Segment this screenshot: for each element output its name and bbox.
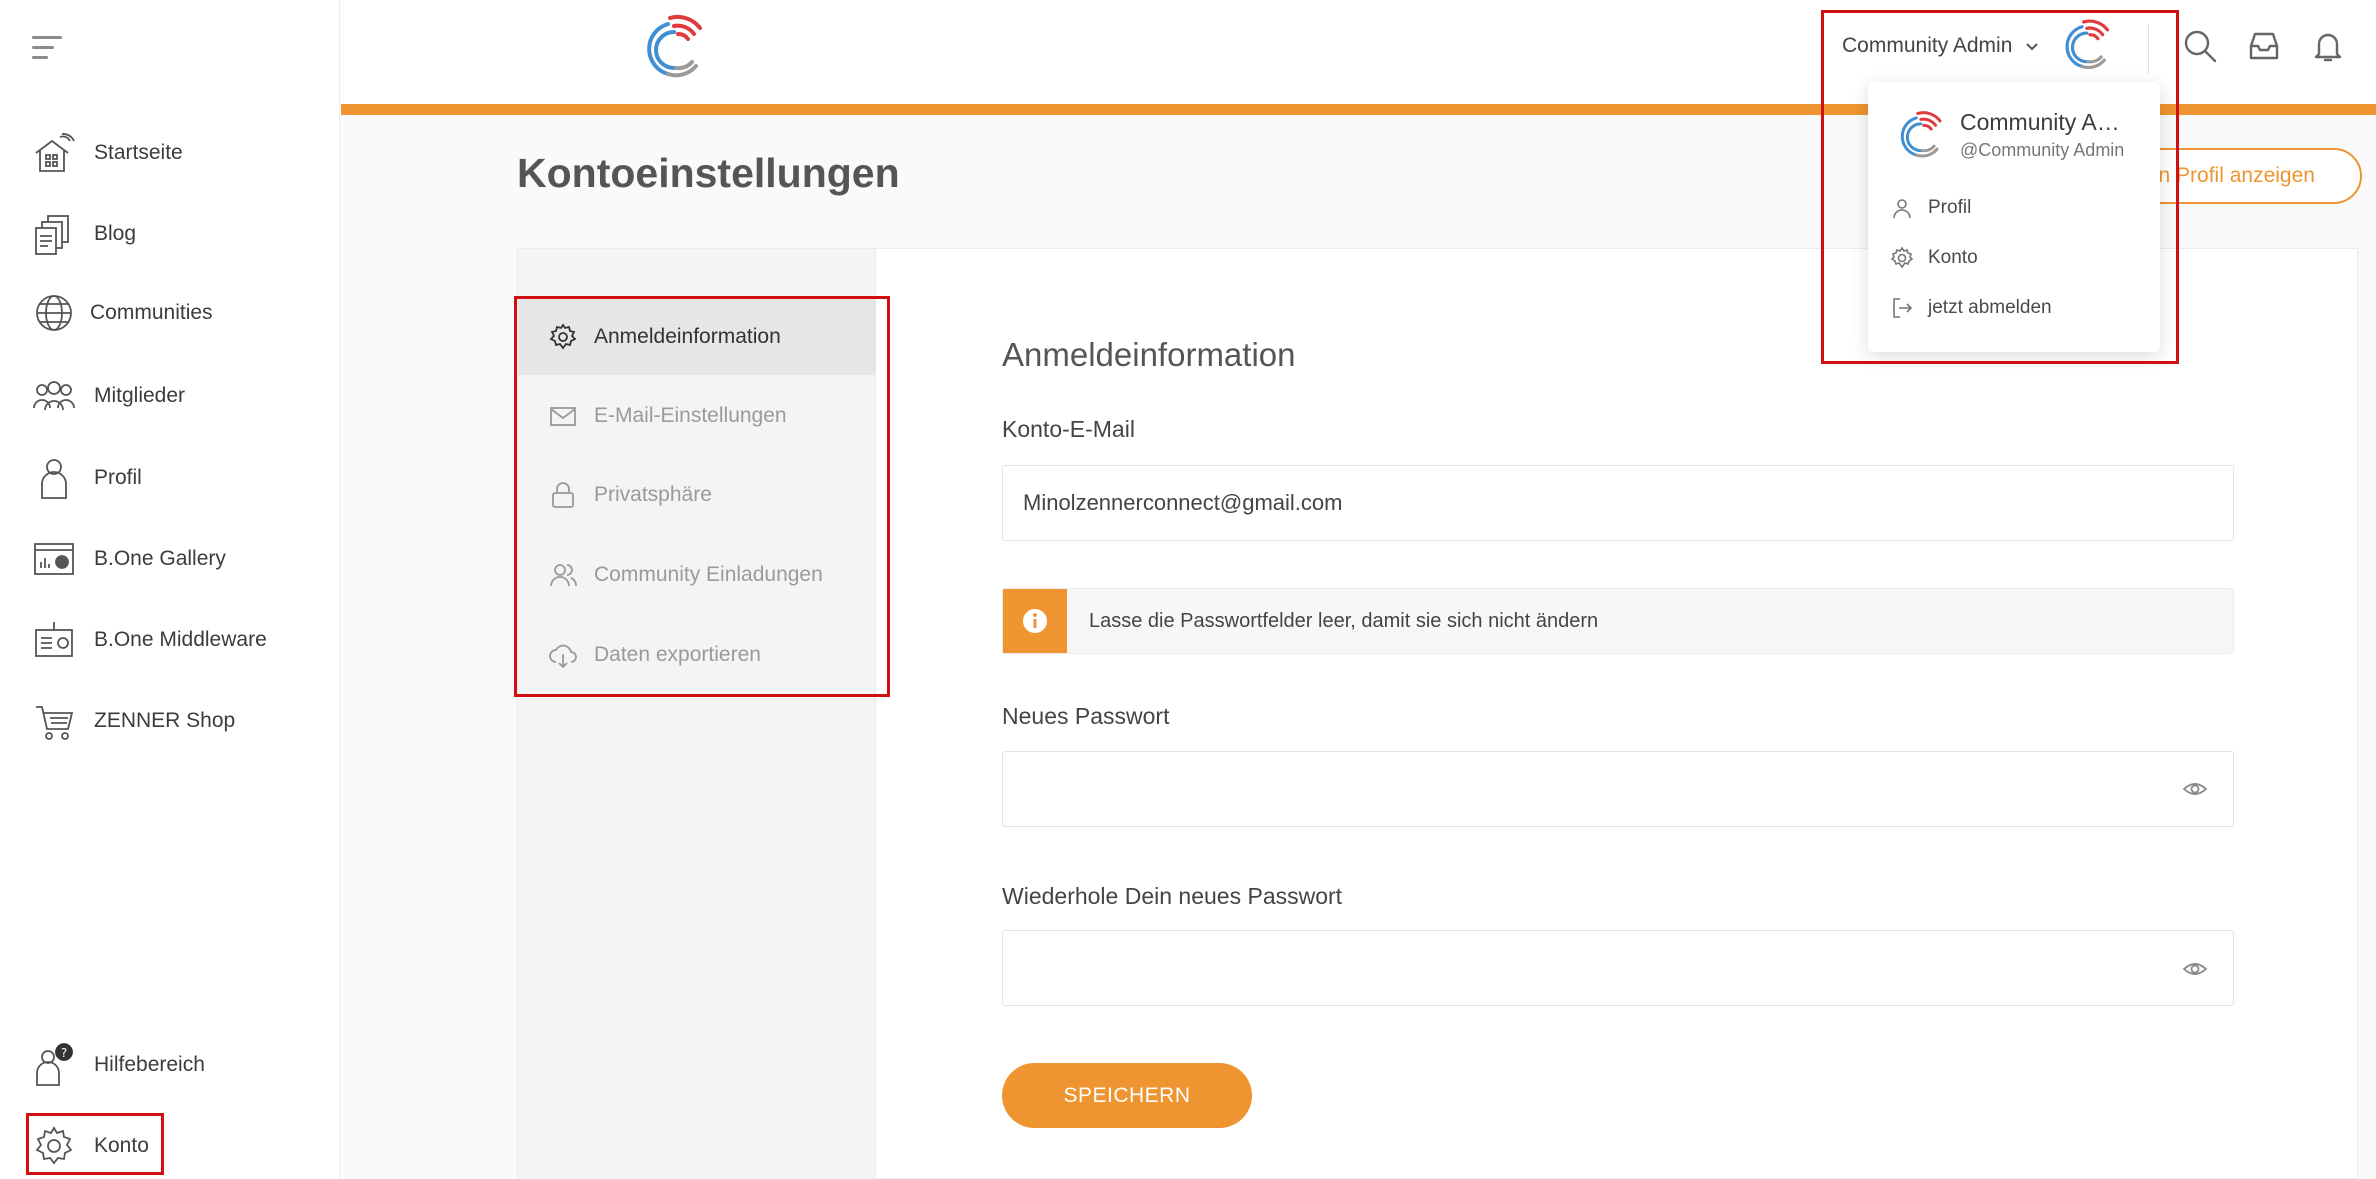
settings-tab-invitations[interactable]: Community Einladungen	[518, 537, 876, 613]
dropdown-item-logout[interactable]: jetzt abmelden	[1890, 290, 2052, 326]
settings-tab-anmeldeinformation[interactable]: Anmeldeinformation	[518, 299, 876, 375]
smart-home-icon	[30, 129, 78, 177]
chevron-down-icon	[2026, 43, 2039, 51]
dropdown-item-label: Konto	[1928, 247, 1978, 268]
inbox-icon[interactable]	[2246, 28, 2282, 64]
sidebar-item-bone-gallery[interactable]: B.One Gallery	[30, 530, 226, 588]
dropdown-user-handle: @Community Admin	[1960, 140, 2125, 160]
sidebar-item-startseite[interactable]: Startseite	[30, 124, 183, 182]
top-bar-divider	[2148, 24, 2149, 74]
info-notice: Lasse die Passwortfelder leer, damit sie…	[1002, 588, 2234, 654]
sidebar-item-konto[interactable]: Konto	[30, 1117, 149, 1175]
user-dropdown-menu: Community Admin @Community Admin Profil …	[1868, 82, 2160, 352]
sidebar-item-label: Mitglieder	[94, 384, 186, 407]
user-menu-trigger[interactable]: Community Admin	[1842, 26, 2040, 66]
sidebar-item-mitglieder[interactable]: Mitglieder	[30, 367, 185, 425]
dropdown-item-label: jetzt abmelden	[1928, 297, 2052, 318]
user-name-label: Community Admin	[1842, 34, 2013, 57]
shopping-cart-icon	[30, 697, 78, 745]
svg-text:?: ?	[61, 1046, 67, 1060]
settings-tab-label: Privatsphäre	[594, 483, 712, 506]
documents-icon	[30, 210, 78, 258]
eye-icon[interactable]	[2182, 956, 2208, 982]
person-icon	[30, 454, 78, 502]
sidebar-item-label: Blog	[94, 222, 137, 245]
sidebar-item-label: Startseite	[94, 141, 183, 164]
save-button[interactable]: SPEICHERN	[1002, 1063, 1252, 1128]
group-icon	[30, 372, 78, 420]
sidebar-item-label: Hilfebereich	[94, 1053, 205, 1076]
gallery-dashboard-icon	[30, 535, 78, 583]
dropdown-item-label: Profil	[1928, 197, 1972, 218]
gateway-device-icon	[30, 616, 78, 664]
settings-tab-label: Anmeldeinformation	[594, 325, 781, 348]
settings-tab-label: Community Einladungen	[594, 563, 823, 586]
sidebar-item-label: Konto	[94, 1134, 149, 1157]
sidebar-item-profil[interactable]: Profil	[30, 449, 142, 507]
sidebar-item-blog[interactable]: Blog	[30, 205, 136, 263]
brand-logo-icon[interactable]	[638, 8, 708, 86]
search-icon[interactable]	[2182, 28, 2218, 64]
dropdown-user-header: Community Admin @Community Admin	[1894, 106, 2130, 164]
eye-icon[interactable]	[2182, 776, 2208, 802]
settings-tab-privacy[interactable]: Privatsphäre	[518, 457, 876, 533]
settings-tab-export[interactable]: Daten exportieren	[518, 617, 876, 693]
repeat-password-field[interactable]	[1002, 930, 2234, 1006]
sidebar-item-communities[interactable]: Communities	[30, 284, 213, 342]
email-field[interactable]	[1002, 465, 2234, 541]
settings-tab-label: E-Mail-Einstellungen	[594, 404, 787, 427]
info-icon	[1003, 589, 1067, 653]
users-icon	[550, 564, 577, 587]
sidebar-item-bone-middleware[interactable]: B.One Middleware	[30, 611, 267, 669]
sidebar-item-zenner-shop[interactable]: ZENNER Shop	[30, 692, 235, 750]
globe-icon	[30, 289, 78, 337]
gear-icon	[1890, 246, 1914, 269]
sidebar-item-hilfebereich[interactable]: ? Hilfebereich	[30, 1036, 205, 1094]
sidebar-item-label: B.One Middleware	[94, 628, 267, 651]
gear-icon	[30, 1122, 78, 1170]
sidebar-item-label: Communities	[90, 301, 213, 324]
logout-icon	[1893, 298, 1913, 318]
dropdown-item-konto[interactable]: Konto	[1890, 240, 1978, 276]
repeat-password-label: Wiederhole Dein neues Passwort	[1002, 883, 1343, 909]
page-title: Kontoeinstellungen	[517, 150, 900, 196]
gear-icon	[549, 323, 577, 350]
dropdown-user-name: Community Admin	[1960, 109, 2130, 135]
settings-tab-label: Daten exportieren	[594, 643, 761, 666]
sidebar-item-label: Profil	[94, 466, 142, 489]
lock-icon	[552, 482, 574, 508]
dropdown-item-profil[interactable]: Profil	[1890, 190, 1971, 226]
mail-icon	[550, 407, 576, 426]
email-label: Konto-E-Mail	[1002, 416, 1135, 442]
settings-tab-email[interactable]: E-Mail-Einstellungen	[518, 378, 876, 454]
person-icon	[1893, 199, 1911, 219]
menu-toggle-icon[interactable]	[32, 36, 66, 62]
cloud-download-icon	[549, 644, 577, 669]
bell-icon[interactable]	[2310, 28, 2346, 64]
help-person-icon: ?	[30, 1041, 78, 1089]
sidebar-item-label: ZENNER Shop	[94, 709, 236, 732]
info-text: Lasse die Passwortfelder leer, damit sie…	[1089, 609, 1599, 632]
sidebar-item-label: B.One Gallery	[94, 547, 226, 570]
section-title: Anmeldeinformation	[1002, 336, 1296, 373]
dropdown-avatar	[1894, 106, 1946, 164]
user-avatar[interactable]	[2058, 14, 2114, 76]
new-password-field[interactable]	[1002, 751, 2234, 827]
left-sidebar: Startseite Blog Communities Mitglieder P…	[0, 0, 340, 1179]
new-password-label: Neues Passwort	[1002, 703, 1170, 729]
